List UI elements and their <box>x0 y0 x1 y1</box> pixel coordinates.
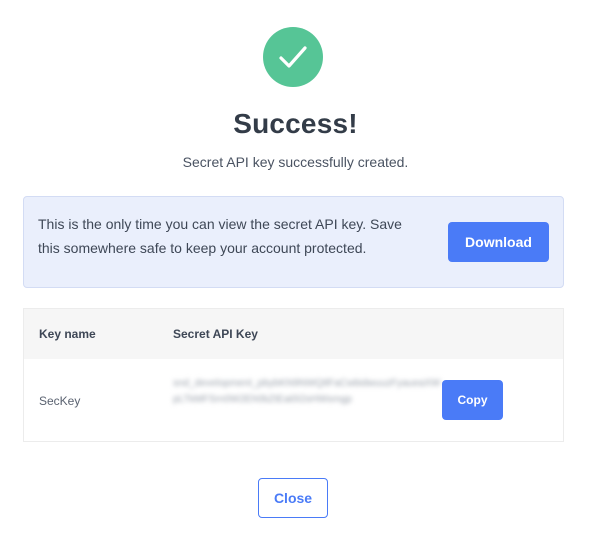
key-name-cell: SecKey <box>39 394 81 408</box>
dialog-title: Success! <box>233 108 358 139</box>
checkmark-icon <box>279 46 307 68</box>
table-row: SecKey snd_development_pbybKN9NWQtlFaCwb… <box>24 359 563 442</box>
column-header-key-name: Key name <box>39 327 96 341</box>
notice-text: This is the only time you can view the s… <box>38 216 402 256</box>
download-button[interactable]: Download <box>448 222 549 262</box>
column-header-secret-key: Secret API Key <box>173 327 258 341</box>
dialog-subtitle: Secret API key successfully created. <box>182 154 409 170</box>
success-check-icon <box>263 27 323 87</box>
close-button[interactable]: Close <box>258 478 328 518</box>
api-key-table: Key name Secret API Key SecKey snd_devel… <box>23 308 564 442</box>
security-notice: This is the only time you can view the s… <box>23 196 564 288</box>
copy-button[interactable]: Copy <box>442 380 503 420</box>
api-key-success-dialog: Success! Secret API key successfully cre… <box>0 0 591 544</box>
secret-key-value: snd_development_pbybKN9NWQtlFaCwbidwuuzF… <box>173 378 441 405</box>
table-header: Key name Secret API Key <box>24 309 563 359</box>
